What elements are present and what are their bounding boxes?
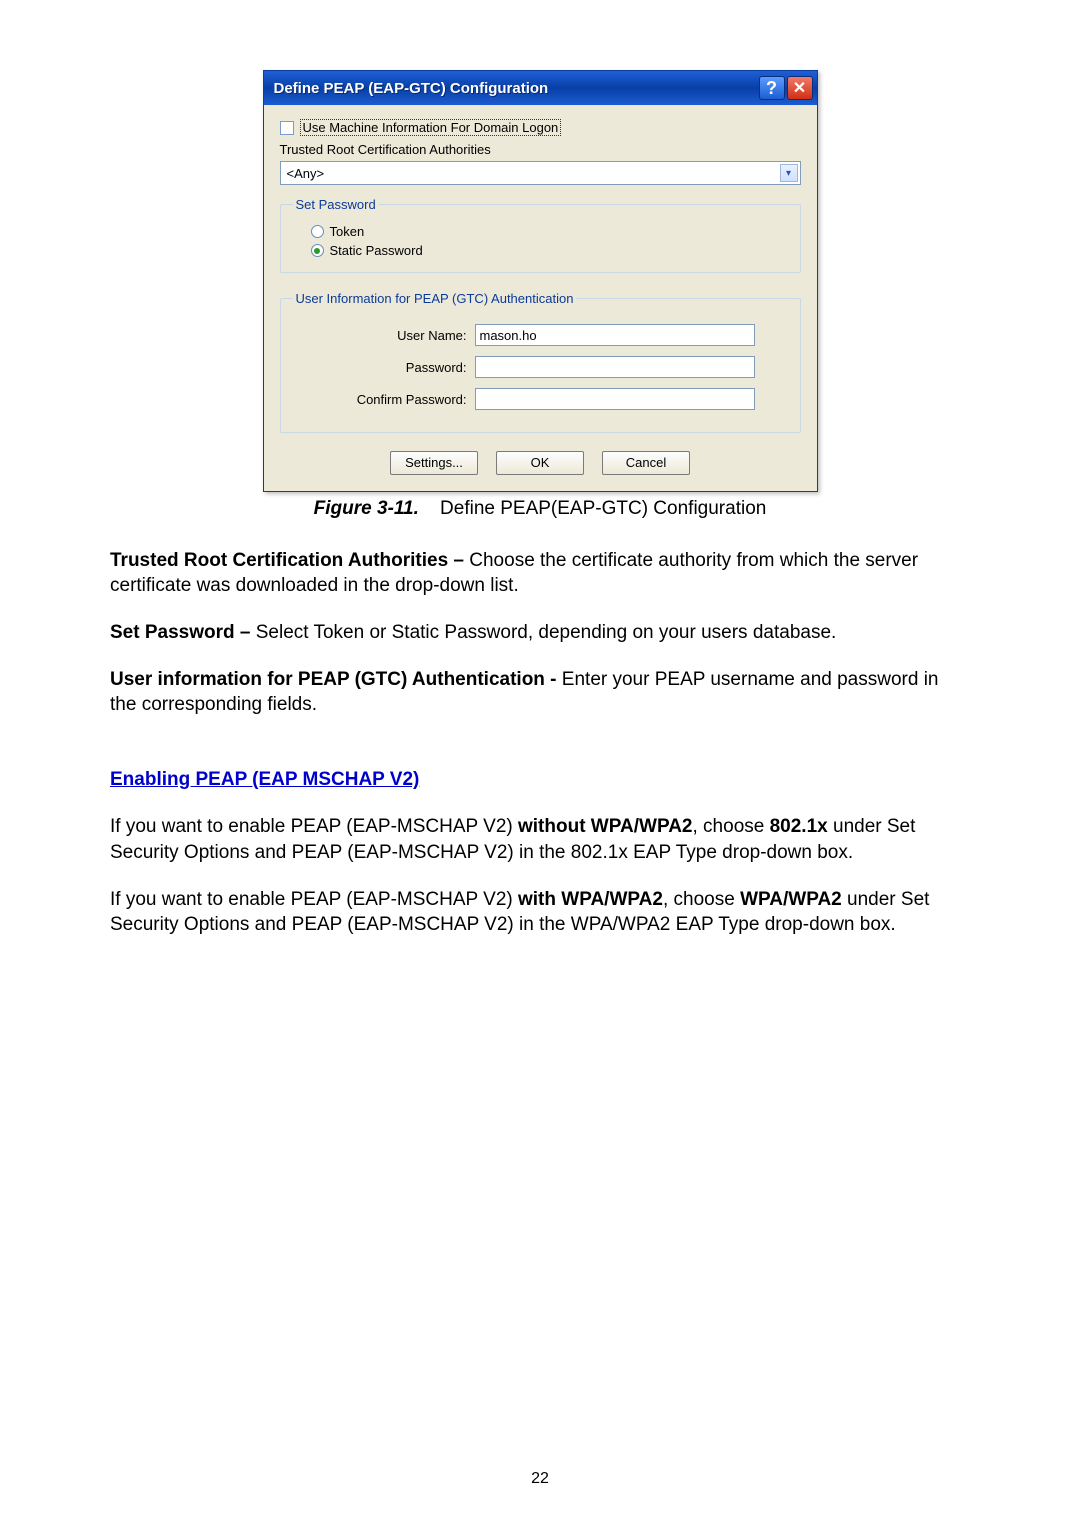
dialog-title: Define PEAP (EAP-GTC) Configuration: [274, 80, 549, 97]
radio-static[interactable]: [311, 244, 324, 257]
figure-desc: Define PEAP(EAP-GTC) Configuration: [440, 498, 766, 519]
titlebar-buttons: ? ✕: [759, 76, 813, 100]
dialog-body: Use Machine Information For Domain Logon…: [264, 105, 817, 491]
settings-button[interactable]: Settings...: [390, 451, 478, 475]
radio-static-row[interactable]: Static Password: [311, 243, 788, 258]
para-nowpa-b: without WPA/WPA2: [518, 816, 693, 837]
para-wpa-a: If you want to enable PEAP (EAP-MSCHAP V…: [110, 889, 518, 910]
para-user-info-lead: User information for PEAP (GTC) Authenti…: [110, 669, 562, 690]
trusted-root-label: Trusted Root Certification Authorities: [280, 142, 801, 157]
para-wpa-c: , choose: [663, 889, 740, 910]
confirm-password-input[interactable]: [475, 388, 755, 410]
close-button[interactable]: ✕: [787, 76, 813, 100]
section-heading-row: Enabling PEAP (EAP MSCHAP V2): [110, 767, 970, 792]
trusted-root-combobox[interactable]: <Any> ▾: [280, 161, 801, 185]
password-label: Password:: [293, 360, 475, 375]
para-nowpa-d: 802.1x: [770, 816, 828, 837]
dialog-figure: Define PEAP (EAP-GTC) Configuration ? ✕ …: [110, 70, 970, 492]
para-trusted-root: Trusted Root Certification Authorities –…: [110, 548, 970, 598]
password-input[interactable]: [475, 356, 755, 378]
para-user-info: User information for PEAP (GTC) Authenti…: [110, 667, 970, 717]
user-info-group: User Information for PEAP (GTC) Authenti…: [280, 291, 801, 433]
set-password-group: Set Password Token Static Password: [280, 197, 801, 273]
username-label: User Name:: [293, 328, 475, 343]
user-info-legend: User Information for PEAP (GTC) Authenti…: [293, 291, 577, 306]
titlebar: Define PEAP (EAP-GTC) Configuration ? ✕: [264, 71, 817, 105]
trusted-root-value: <Any>: [287, 166, 325, 181]
page-number: 22: [0, 1470, 1080, 1488]
para-set-password-lead: Set Password –: [110, 622, 256, 643]
radio-static-label: Static Password: [330, 243, 423, 258]
para-with-wpa: If you want to enable PEAP (EAP-MSCHAP V…: [110, 887, 970, 937]
set-password-legend: Set Password: [293, 197, 379, 212]
ok-button[interactable]: OK: [496, 451, 584, 475]
password-row: Password:: [293, 356, 788, 378]
confirm-password-row: Confirm Password:: [293, 388, 788, 410]
para-set-password-body: Select Token or Static Password, dependi…: [256, 622, 837, 643]
username-row: User Name:: [293, 324, 788, 346]
checkbox-icon[interactable]: [280, 121, 294, 135]
confirm-password-label: Confirm Password:: [293, 392, 475, 407]
para-wpa-b: with WPA/WPA2: [518, 889, 663, 910]
para-nowpa-a: If you want to enable PEAP (EAP-MSCHAP V…: [110, 816, 518, 837]
section-heading-link[interactable]: Enabling PEAP (EAP MSCHAP V2): [110, 769, 419, 790]
username-input[interactable]: [475, 324, 755, 346]
radio-token-row[interactable]: Token: [311, 224, 788, 239]
domain-logon-label: Use Machine Information For Domain Logon: [300, 119, 562, 136]
para-wpa-d: WPA/WPA2: [740, 889, 842, 910]
radio-token-label: Token: [330, 224, 365, 239]
para-set-password: Set Password – Select Token or Static Pa…: [110, 620, 970, 645]
para-nowpa-c: , choose: [693, 816, 770, 837]
peap-config-dialog: Define PEAP (EAP-GTC) Configuration ? ✕ …: [263, 70, 818, 492]
help-button[interactable]: ?: [759, 76, 785, 100]
chevron-down-icon[interactable]: ▾: [780, 164, 798, 182]
domain-logon-checkbox-row[interactable]: Use Machine Information For Domain Logon: [280, 119, 801, 136]
para-without-wpa: If you want to enable PEAP (EAP-MSCHAP V…: [110, 814, 970, 864]
figure-label: Figure 3-11.: [314, 498, 419, 519]
para-trusted-root-lead: Trusted Root Certification Authorities –: [110, 550, 469, 571]
figure-caption: Figure 3-11. Define PEAP(EAP-GTC) Config…: [110, 498, 970, 520]
radio-token[interactable]: [311, 225, 324, 238]
cancel-button[interactable]: Cancel: [602, 451, 690, 475]
dialog-button-row: Settings... OK Cancel: [280, 451, 801, 475]
